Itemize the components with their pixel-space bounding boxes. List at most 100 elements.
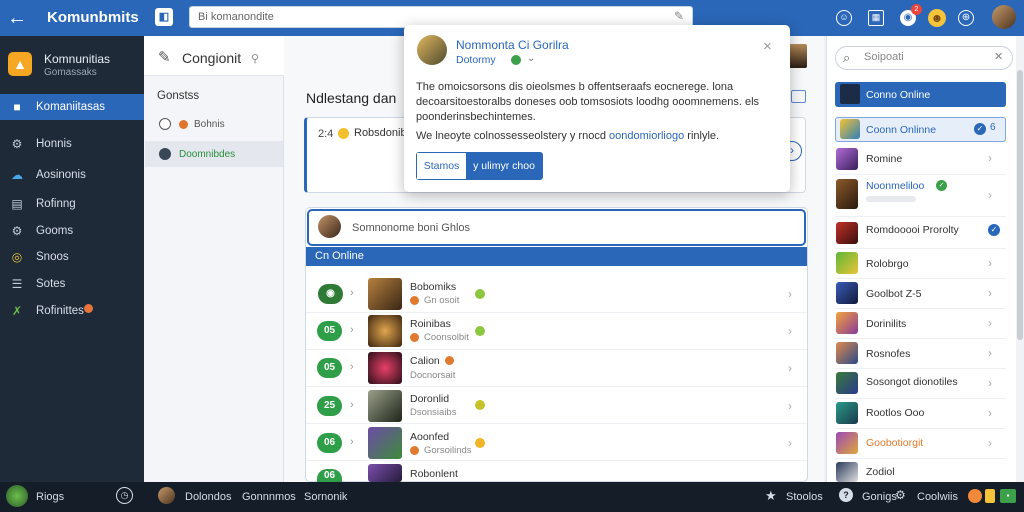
list-item[interactable] (835, 249, 1006, 279)
thumbnail (836, 312, 858, 334)
globe-icon[interactable]: ⊕ (958, 10, 974, 26)
primary-action-button[interactable]: y ulimyr choo (466, 153, 542, 179)
bottom-tab[interactable]: Dolondos (185, 491, 231, 503)
calendar-icon[interactable]: ▦ (868, 10, 884, 26)
clock-icon[interactable]: ◷ (116, 487, 133, 504)
count-badge: 05 (317, 358, 342, 378)
back-arrow-icon[interactable]: ← (6, 7, 28, 29)
row-subtitle: Dsonsiaibs (410, 407, 457, 418)
chevron-right-icon[interactable]: › (988, 316, 992, 330)
sidebar-item-gooms[interactable]: ⚙ Gooms (0, 218, 144, 244)
thumbnail (368, 390, 402, 422)
row-name: Aoonfed (410, 431, 450, 443)
location-icon[interactable]: ⚲ (251, 52, 259, 65)
thumbnail (836, 222, 858, 244)
list-header-label: Cn Online (315, 250, 364, 262)
edit-icon[interactable]: ✎ (158, 48, 171, 66)
status-dot (159, 148, 171, 160)
gear-icon[interactable]: ⚙ (895, 488, 906, 502)
list-item[interactable] (835, 459, 1006, 482)
status-dot (338, 128, 349, 139)
chevron-right-icon[interactable]: › (988, 406, 992, 420)
chevron-right-icon[interactable]: › (988, 151, 992, 165)
list-item[interactable] (835, 309, 1006, 339)
chevron-right-icon[interactable]: › (788, 436, 792, 450)
chevron-right-icon[interactable]: › (788, 399, 792, 413)
bottom-link[interactable]: Coolwiis (917, 491, 958, 503)
chevron-right-icon[interactable]: › (988, 188, 992, 202)
sidebar-item-honnis[interactable]: ⚙ Honnis (0, 131, 144, 157)
sidebar-item-sotes[interactable]: ☰ Sotes (0, 271, 144, 297)
status-dot (445, 356, 454, 365)
right-search-input[interactable] (835, 46, 1013, 70)
window-icon[interactable] (791, 90, 806, 103)
status-dot (179, 119, 188, 129)
scrollbar-thumb[interactable] (1017, 70, 1023, 340)
bottom-link[interactable]: Gonigs (862, 491, 897, 503)
check-icon: ✓ (974, 123, 986, 135)
avatar[interactable] (6, 485, 28, 507)
chevron-right-icon[interactable]: › (350, 436, 354, 448)
list-item[interactable] (835, 339, 1006, 369)
chevron-right-icon[interactable]: › (988, 436, 992, 450)
square-menu-icon[interactable]: ◧ (155, 8, 173, 26)
help-icon[interactable]: ? (839, 488, 853, 502)
pin-icon[interactable]: ✎ (674, 9, 684, 23)
sidebar-item-komaniitasas[interactable]: ■ Komaniitasas (0, 94, 144, 120)
star-icon[interactable]: ★ (765, 488, 777, 504)
chevron-right-icon[interactable]: › (350, 287, 354, 299)
bottom-left-label[interactable]: Riogs (36, 491, 64, 503)
chevron-right-icon[interactable]: › (988, 256, 992, 270)
list-item[interactable]: Doomnibdes (145, 141, 283, 167)
thumbnail (836, 342, 858, 364)
bell-icon[interactable] (985, 489, 995, 503)
bottom-tab[interactable]: Sornonik (304, 491, 347, 503)
row-subtitle: Coonsolbit (424, 332, 469, 343)
gear-icon: ⚙ (11, 137, 23, 151)
chevron-right-icon[interactable]: › (788, 287, 792, 301)
chevron-right-icon[interactable]: › (350, 324, 354, 336)
right-item-name: Sosongot dionotiles (866, 376, 958, 388)
row-subtitle: Gn osoit (424, 295, 460, 306)
check-icon: ✓ (936, 180, 947, 191)
chevron-right-icon[interactable]: › (788, 361, 792, 375)
chevron-right-icon[interactable]: › (788, 324, 792, 338)
thumbnail (840, 84, 860, 104)
sidebar-item-snoos[interactable]: ◎ Snoos (0, 244, 144, 270)
list-item[interactable] (835, 145, 1006, 175)
thumbnail (836, 179, 858, 209)
thumbnail (368, 315, 402, 347)
chevron-right-icon[interactable]: › (988, 286, 992, 300)
secondary-title: Congionit (182, 50, 242, 66)
game-icon: ◉ (318, 284, 343, 304)
chevron-right-icon[interactable]: › (350, 399, 354, 411)
bottom-tab[interactable]: Gonnnmos (242, 491, 296, 503)
row-name: Doronlid (410, 393, 450, 405)
sidebar-item-rofinng[interactable]: ▤ Rofinng (0, 191, 144, 217)
user-avatar[interactable] (992, 5, 1016, 29)
list-item[interactable]: Bohnis (145, 111, 283, 137)
right-item-name: Conno Online (866, 89, 931, 101)
bottom-link[interactable]: Stoolos (786, 491, 823, 503)
emoji-icon[interactable] (968, 489, 982, 503)
popup-link[interactable]: oondomiorliogo (609, 130, 684, 142)
thumbnail (836, 402, 858, 424)
chevron-right-icon[interactable]: › (350, 361, 354, 373)
right-item-name: Zodiol (866, 466, 895, 478)
emoji-icon[interactable]: ☻ (928, 9, 946, 27)
thumbnail (789, 44, 807, 68)
sidebar-item-rofinittes[interactable]: ✗ Rofinittes (0, 298, 144, 324)
wand-icon: ✗ (11, 304, 23, 318)
group-icon: ■ (13, 100, 21, 114)
chevron-right-icon[interactable]: › (988, 376, 992, 390)
close-icon[interactable]: ✕ (994, 50, 1003, 63)
chevron-down-icon[interactable]: ⌄ (527, 53, 535, 64)
sidebar-item-aosinonis[interactable]: ☁ Aosinonis (0, 162, 144, 188)
row-name: Robonlent (410, 468, 458, 480)
smile-icon[interactable]: ☺ (836, 10, 852, 26)
status-button[interactable]: Stamos (417, 153, 466, 179)
brand-name: Komnunitias (44, 52, 111, 66)
close-icon[interactable]: × (763, 38, 772, 55)
chat-icon[interactable]: ▪ (1000, 489, 1016, 503)
chevron-right-icon[interactable]: › (988, 346, 992, 360)
